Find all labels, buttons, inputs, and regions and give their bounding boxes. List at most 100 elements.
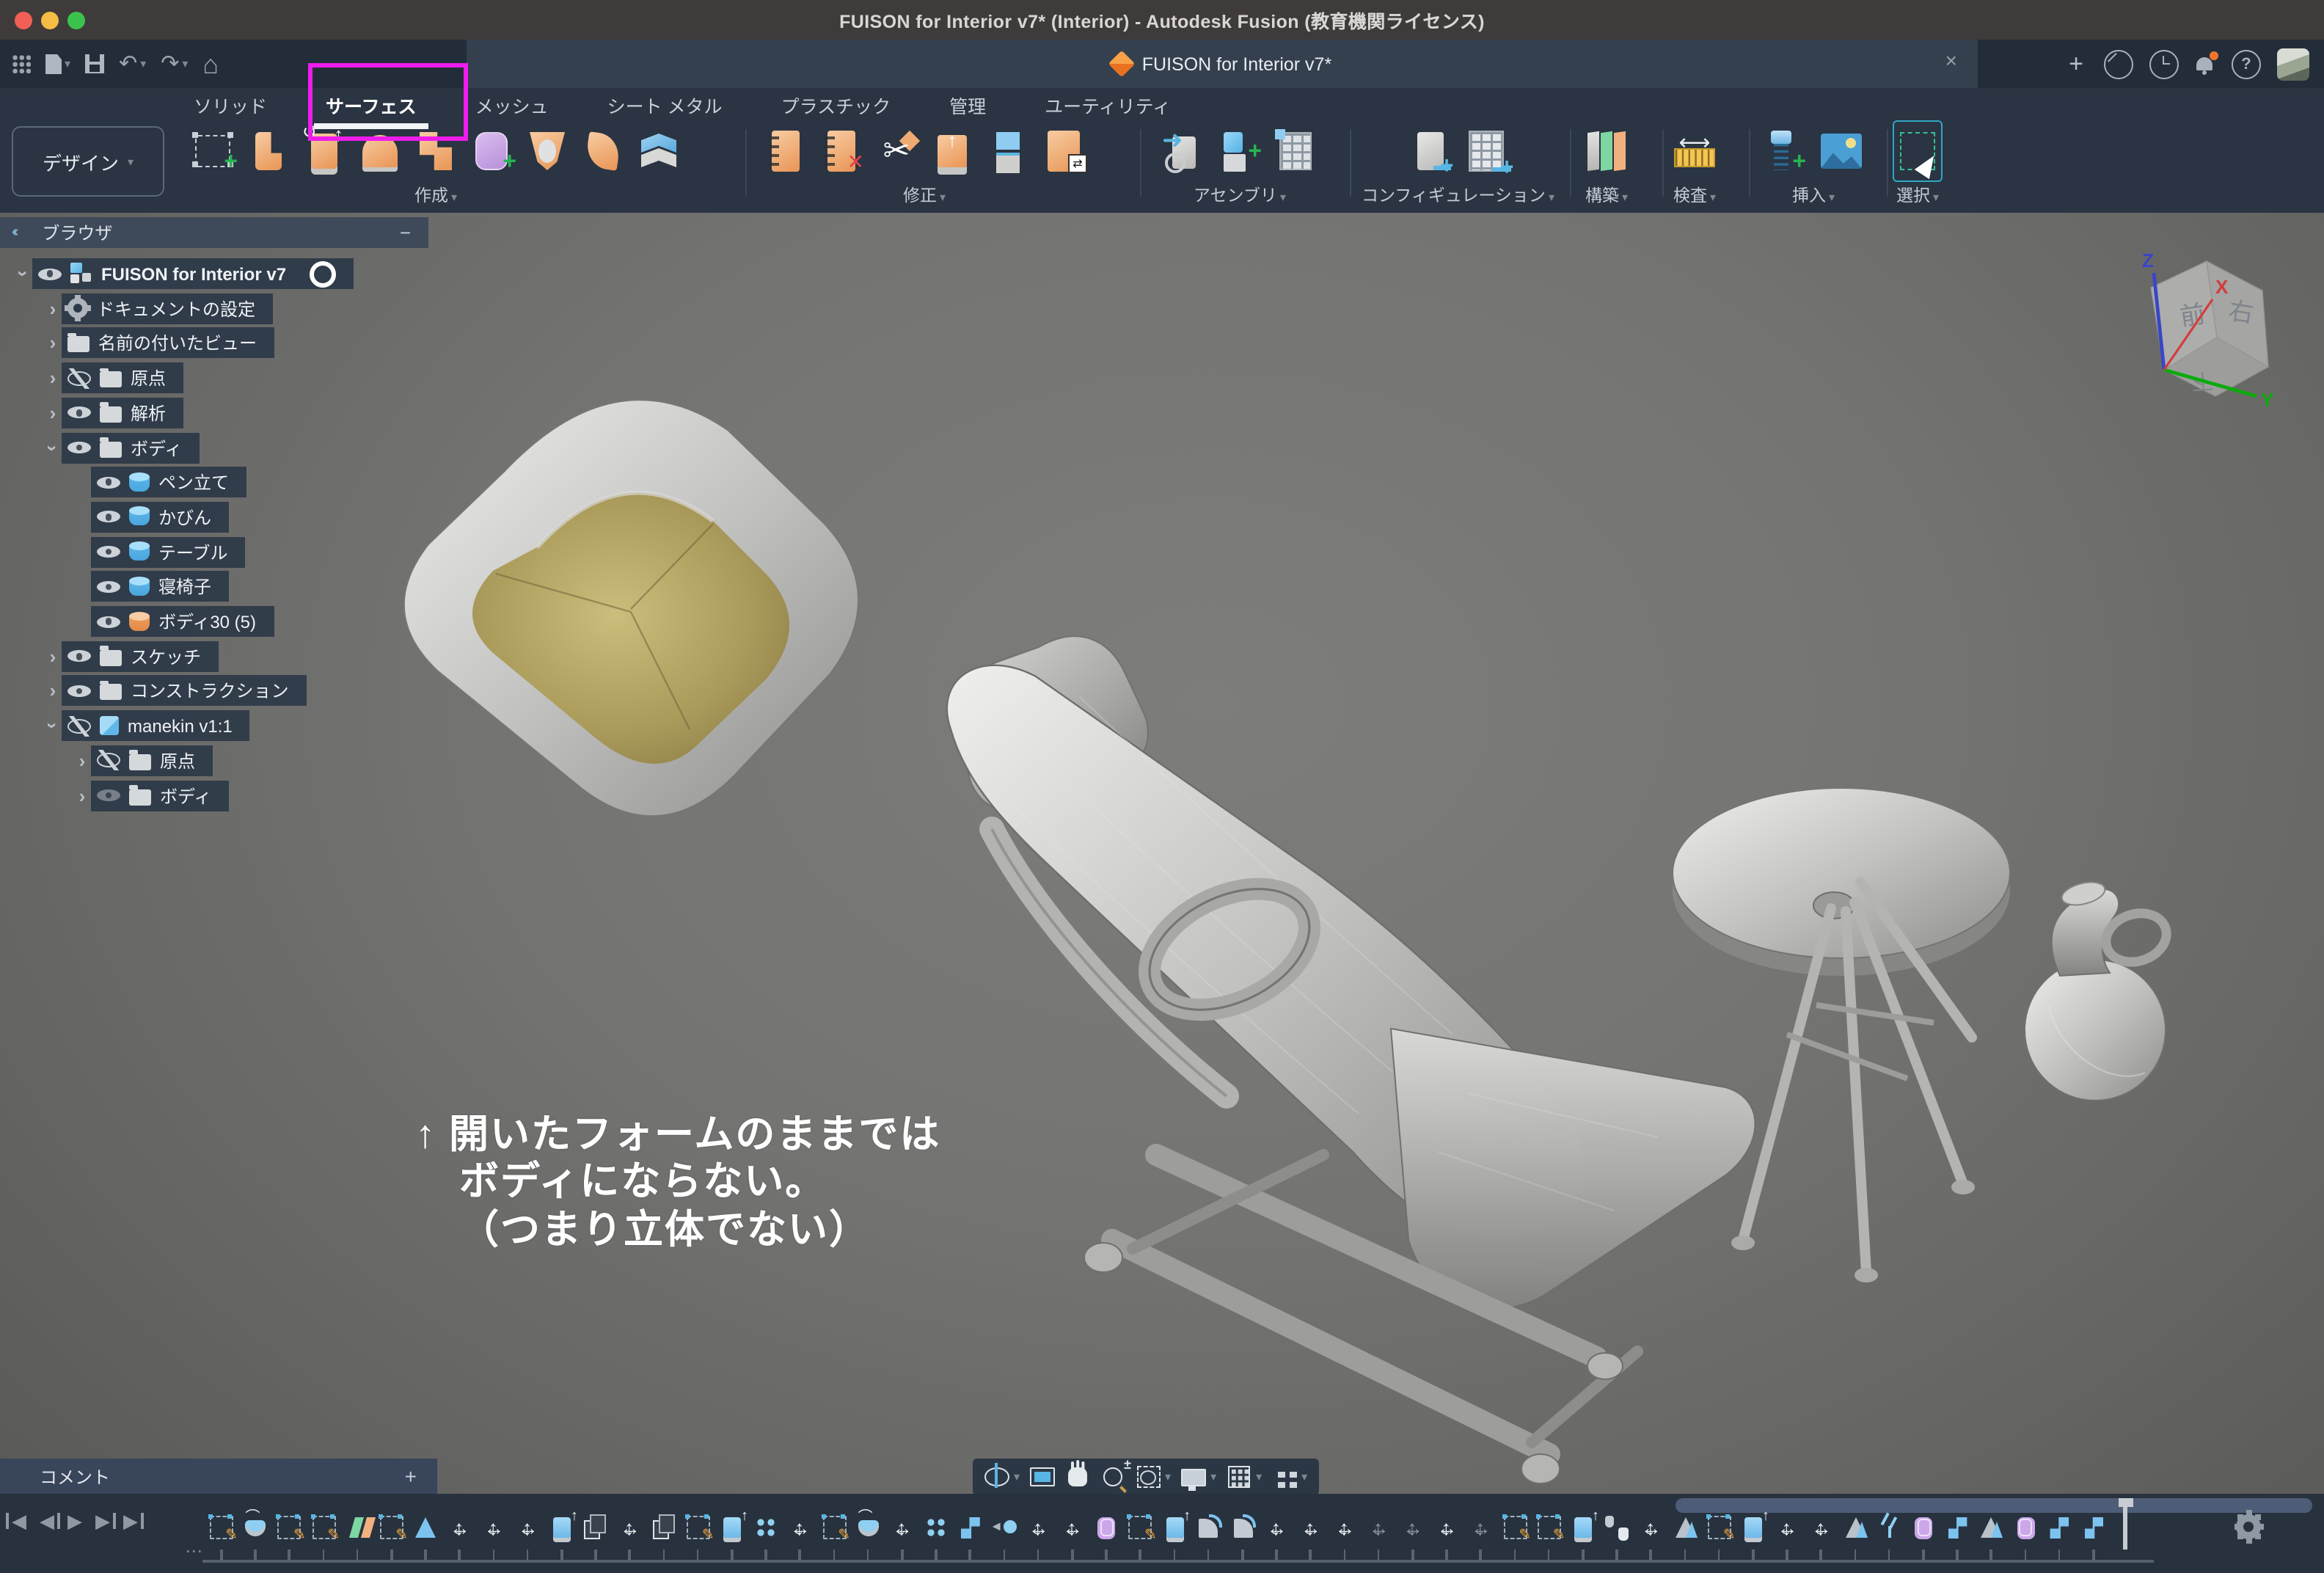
ribbon-tab-2[interactable]: サーフェス	[323, 90, 420, 118]
tree-row-item-12[interactable]: ›コンストラクション	[44, 676, 307, 707]
timeline-feature-extrude-11[interactable]	[546, 1511, 578, 1544]
visibility-eye-icon[interactable]	[97, 751, 120, 771]
visibility-eye-icon[interactable]	[97, 577, 120, 597]
tree-row-item-8[interactable]: テーブル	[73, 536, 246, 567]
ribbon-group-label[interactable]: 作成	[414, 188, 448, 205]
zoom-tool[interactable]	[1100, 1466, 1125, 1488]
ribbon-tab-7[interactable]: ユーティリティ	[1042, 90, 1174, 118]
visibility-eye-icon[interactable]	[38, 263, 62, 284]
timeline-feature-mirror-24[interactable]	[988, 1511, 1020, 1544]
timeline-scrollbar[interactable]	[1676, 1498, 2312, 1513]
timeline-feature-form-27[interactable]	[1090, 1511, 1122, 1544]
timeline-feature-sketch-39[interactable]	[1499, 1511, 1531, 1544]
minimize-panel-icon[interactable]: −	[400, 222, 411, 244]
expand-chevron-icon[interactable]: ›	[44, 332, 62, 354]
ribbon-group-label[interactable]: 選択	[1896, 188, 1930, 205]
timeline-feature-combine-52[interactable]	[1941, 1511, 1973, 1544]
tree-row-item-5[interactable]: ›ボディ	[44, 432, 200, 463]
expand-chevron-icon[interactable]: ›	[42, 717, 64, 734]
tree-row-item-10[interactable]: ボディ30 (5)	[73, 606, 274, 637]
ribbon-group-label[interactable]: 構築	[1585, 188, 1619, 205]
home-button[interactable]: ⌂	[202, 51, 219, 77]
user-avatar[interactable]	[2277, 48, 2309, 80]
model-chaise-lounge[interactable]	[947, 636, 1755, 1483]
thicken-button[interactable]	[634, 126, 684, 176]
visibility-eye-icon[interactable]	[67, 646, 91, 666]
pan-tool[interactable]	[1065, 1466, 1090, 1488]
help-icon[interactable]: ?	[2232, 49, 2261, 79]
timeline-feature-extrude-41[interactable]	[1567, 1511, 1599, 1544]
timeline-feature-moveg-38[interactable]	[1465, 1511, 1497, 1544]
timeline-feature-extrude-16[interactable]	[716, 1511, 748, 1544]
timeline-feature-move-18[interactable]	[784, 1511, 816, 1544]
tree-row-item-15[interactable]: ›ボディ	[73, 780, 229, 811]
tree-row-item-1[interactable]: ›ドキュメントの設定	[44, 293, 273, 324]
timeline-feature-sketch-40[interactable]	[1533, 1511, 1565, 1544]
tree-row-item-6[interactable]: ペン立て	[73, 467, 246, 497]
visibility-eye-icon[interactable]	[97, 541, 120, 562]
timeline-feature-move-26[interactable]	[1056, 1511, 1089, 1544]
timeline-feature-move-21[interactable]	[886, 1511, 918, 1544]
timeline-feature-sketch-15[interactable]	[682, 1511, 715, 1544]
joint-table-button[interactable]	[1271, 126, 1320, 176]
save-button[interactable]	[85, 54, 104, 73]
form-new-button[interactable]: +	[467, 126, 516, 176]
srf-extrude-button[interactable]	[244, 126, 293, 176]
viewport-3d[interactable]: ↑ 開いたフォームのままでは ボディにならない。 （つまり立体でない）	[0, 213, 2324, 1573]
canvas-button[interactable]	[1816, 126, 1866, 176]
window-zoom-tool[interactable]: ▾	[1136, 1466, 1171, 1488]
timeline-feature-extrude-46[interactable]	[1737, 1511, 1769, 1544]
timeline-feature-derive-42[interactable]	[1601, 1511, 1633, 1544]
app-grid-icon[interactable]	[12, 54, 31, 73]
trim-button[interactable]: ✂	[872, 126, 921, 176]
timeline-feature-sketch-3[interactable]	[274, 1511, 306, 1544]
expand-chevron-icon[interactable]: ›	[44, 680, 62, 702]
tree-row-item-9[interactable]: 寝椅子	[73, 572, 229, 602]
extensions-icon[interactable]	[2104, 49, 2133, 79]
timeline-feature-move-10[interactable]	[512, 1511, 544, 1544]
ribbon-tab-5[interactable]: プラスチック	[778, 90, 894, 118]
timeline-feature-sketch-4[interactable]	[307, 1511, 340, 1544]
model-round-table[interactable]	[1673, 788, 2010, 1282]
undo-button[interactable]: ↶▾	[119, 53, 146, 75]
timeline-feature-move-9[interactable]	[478, 1511, 510, 1544]
ribbon-group-label[interactable]: アセンブリ	[1194, 188, 1277, 205]
reverse-button[interactable]: ⇄	[1039, 126, 1089, 176]
timeline-feature-fillet-31[interactable]	[1227, 1511, 1259, 1544]
comments-bar[interactable]: コメント +	[0, 1459, 437, 1494]
orbit-tool[interactable]: ▾	[984, 1466, 1020, 1488]
timeline-feature-cone-53[interactable]	[1976, 1511, 2008, 1544]
ribbon-tab-6[interactable]: 管理	[946, 90, 989, 118]
layout-grid-tool[interactable]: ▾	[1227, 1466, 1262, 1488]
timeline-feature-form-51[interactable]	[1907, 1511, 1940, 1544]
visibility-eye-icon[interactable]	[97, 472, 120, 492]
timeline-feature-combine-55[interactable]	[2044, 1511, 2076, 1544]
document-tab[interactable]: FUISON for Interior v7* ×	[467, 40, 1978, 88]
configure-button[interactable]: +	[1405, 126, 1455, 176]
notifications-bell-icon[interactable]	[2195, 54, 2215, 74]
minimize-window-button[interactable]	[41, 11, 59, 29]
tree-row-item-3[interactable]: ›原点	[44, 362, 183, 393]
timeline-feature-move-32[interactable]	[1260, 1511, 1293, 1544]
timeline-feature-pattern-22[interactable]	[920, 1511, 952, 1544]
expand-chevron-icon[interactable]: ›	[73, 750, 91, 772]
timeline-feature-combine-23[interactable]	[954, 1511, 987, 1544]
ribbon-tab-4[interactable]: シート メタル	[604, 90, 726, 118]
new-component-button[interactable]: +	[1215, 126, 1265, 176]
new-document-button[interactable]: ▾	[45, 54, 70, 74]
timeline-feature-sketch-6[interactable]	[376, 1511, 408, 1544]
tree-row-item-4[interactable]: ›解析	[44, 398, 183, 428]
timeline-feature-sketch-28[interactable]	[1125, 1511, 1157, 1544]
look-at-tool[interactable]	[1030, 1466, 1055, 1488]
timeline-feature-sketch-19[interactable]	[818, 1511, 850, 1544]
timeline-feature-move-25[interactable]	[1023, 1511, 1055, 1544]
timeline-feature-revolve-2[interactable]	[239, 1511, 271, 1544]
visibility-eye-icon[interactable]	[67, 715, 91, 736]
timeline-feature-sketch-45[interactable]	[1703, 1511, 1736, 1544]
fastener-button[interactable]: +	[1761, 126, 1810, 176]
collapse-panel-icon[interactable]: ‹‹	[12, 225, 15, 241]
expand-chevron-icon[interactable]: ›	[12, 265, 34, 282]
expand-chevron-icon[interactable]: ›	[44, 645, 62, 667]
tree-row-item-2[interactable]: ›名前の付いたビュー	[44, 328, 274, 359]
timeline-feature-revolve-20[interactable]	[852, 1511, 885, 1544]
